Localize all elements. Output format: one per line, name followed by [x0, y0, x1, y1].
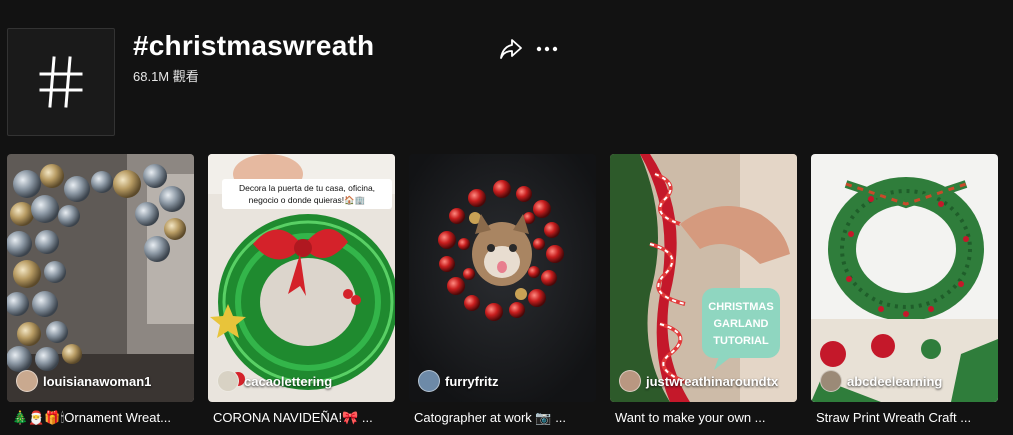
video-author[interactable]: justwreathinaroundtx	[619, 370, 778, 392]
author-name: abcdeelearning	[847, 373, 943, 389]
video-card[interactable]: furryfritz Catographer at work 📷 ...	[409, 154, 596, 435]
overlay-text-line: Decora la puerta de tu casa, oficina,	[239, 183, 375, 193]
video-thumbnail[interactable]: abcdeelearning	[811, 154, 998, 402]
video-author[interactable]: cacaolettering	[217, 370, 332, 392]
hashtag-icon	[39, 56, 83, 108]
video-thumbnail[interactable]: louisianawoman1	[7, 154, 194, 402]
author-avatar	[217, 370, 239, 392]
author-name: louisianawoman1	[43, 373, 152, 389]
more-options-button[interactable]	[536, 38, 558, 60]
author-name: justwreathinaroundtx	[646, 373, 779, 389]
video-card[interactable]: louisianawoman1 🎄🎅🎁🕯Ornament Wreat...	[7, 154, 194, 435]
overlay-text-line: TUTORIAL	[713, 335, 769, 347]
video-grid: louisianawoman1 🎄🎅🎁🕯Ornament Wreat... De…	[7, 154, 1007, 435]
video-thumbnail[interactable]: CHRISTMAS GARLAND TUTORIAL justwreathina…	[610, 154, 797, 402]
video-caption[interactable]: Straw Print Wreath Craft ...	[816, 410, 996, 425]
video-thumbnail[interactable]: furryfritz	[409, 154, 596, 402]
video-thumbnail[interactable]: Decora la puerta de tu casa, oficina, ne…	[208, 154, 395, 402]
author-name: furryfritz	[445, 373, 499, 389]
author-avatar	[619, 370, 641, 392]
overlay-text-line: GARLAND	[714, 318, 769, 330]
video-card[interactable]: abcdeelearning Straw Print Wreath Craft …	[811, 154, 998, 435]
hashtag-avatar	[7, 28, 115, 136]
video-card[interactable]: CHRISTMAS GARLAND TUTORIAL justwreathina…	[610, 154, 797, 435]
page-title: #christmaswreath	[133, 30, 375, 61]
tag-header: #christmaswreath 68.1M 觀看	[0, 0, 1013, 140]
more-dots-icon	[536, 46, 558, 52]
video-author[interactable]: furryfritz	[418, 370, 498, 392]
overlay-text-line: CHRISTMAS	[708, 301, 773, 313]
share-arrow-icon	[500, 39, 522, 59]
view-count: 68.1M 觀看	[133, 69, 199, 84]
video-card[interactable]: Decora la puerta de tu casa, oficina, ne…	[208, 154, 395, 435]
share-button[interactable]	[499, 38, 523, 60]
author-avatar	[418, 370, 440, 392]
author-avatar	[820, 370, 842, 392]
video-caption[interactable]: CORONA NAVIDEÑA!🎀 ...	[213, 410, 393, 426]
overlay-text-line: negocio o donde quieras!🏠🏢	[249, 195, 366, 205]
author-avatar	[16, 370, 38, 392]
video-caption[interactable]: Catographer at work 📷 ...	[414, 410, 594, 426]
video-author[interactable]: louisianawoman1	[16, 370, 151, 392]
video-caption[interactable]: 🎄🎅🎁🕯Ornament Wreat...	[12, 410, 192, 426]
video-author[interactable]: abcdeelearning	[820, 370, 942, 392]
author-name: cacaolettering	[244, 373, 333, 389]
video-caption[interactable]: Want to make your own ...	[615, 410, 795, 425]
